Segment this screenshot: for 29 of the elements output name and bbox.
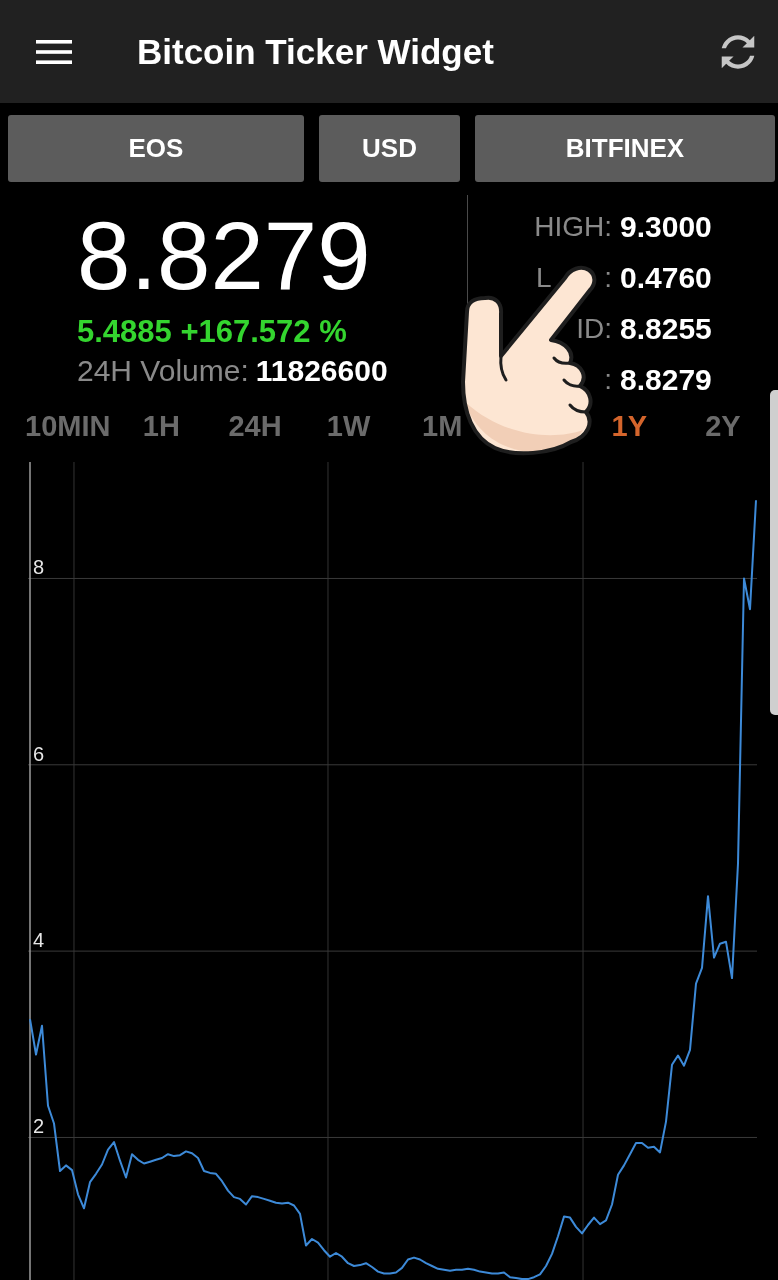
selector-button[interactable]: USD bbox=[319, 115, 460, 182]
stat-label: ID: bbox=[576, 313, 612, 344]
time-range-tab[interactable]: 2Y bbox=[705, 406, 741, 446]
stat-label: : bbox=[604, 364, 612, 395]
stat-label: : bbox=[604, 262, 612, 293]
y-tick-label: 2 bbox=[33, 1115, 45, 1138]
stat-label: HIGH: bbox=[534, 211, 612, 242]
time-range-tab[interactable]: 24H bbox=[228, 406, 282, 446]
time-range-tab[interactable]: 1M bbox=[422, 406, 463, 446]
time-range-tab[interactable]: 10MIN bbox=[25, 406, 111, 446]
stat-label: L bbox=[536, 262, 552, 293]
volume-value: 11826600 bbox=[255, 353, 388, 389]
app-title: Bitcoin Ticker Widget bbox=[137, 31, 494, 72]
y-tick-label: 6 bbox=[33, 742, 45, 765]
time-range-tab[interactable]: 1Y bbox=[611, 406, 648, 446]
y-tick-label: 4 bbox=[33, 929, 45, 952]
price-change: 5.4885 +167.572 % bbox=[77, 313, 347, 350]
stat-value: 8.8279 bbox=[620, 362, 712, 398]
price-value: 8.8279 bbox=[77, 208, 371, 304]
stat-value: 9.3000 bbox=[620, 209, 712, 245]
selector-button[interactable]: BITFINEX bbox=[475, 115, 775, 182]
volume-label: 24H Volume: bbox=[77, 353, 249, 389]
menu-icon[interactable] bbox=[36, 39, 72, 64]
stat-value: 8.8255 bbox=[620, 311, 712, 347]
time-range-tab[interactable]: 1W bbox=[326, 406, 371, 446]
selector-button[interactable]: EOS bbox=[8, 115, 304, 182]
y-tick-label: 8 bbox=[33, 556, 45, 579]
stat-value: 0.4760 bbox=[620, 260, 712, 296]
time-range-tab[interactable]: 1H bbox=[142, 406, 180, 446]
